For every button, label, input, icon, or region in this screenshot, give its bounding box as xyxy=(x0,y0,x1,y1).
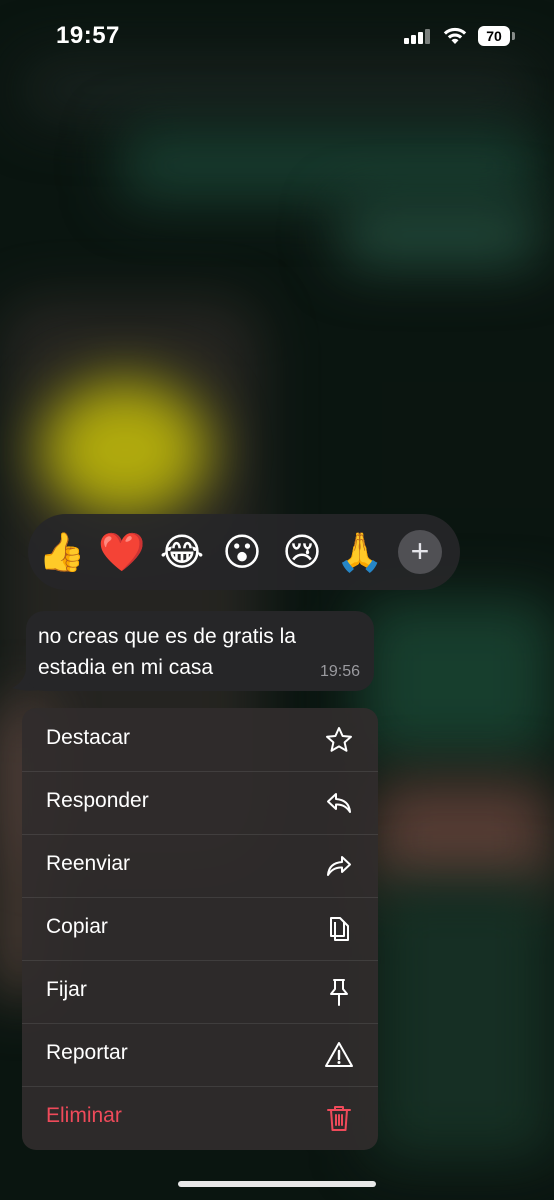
menu-item-label: Copiar xyxy=(46,915,108,938)
status-time: 19:57 xyxy=(56,22,120,49)
menu-item-delete[interactable]: Eliminar xyxy=(22,1086,378,1149)
reaction-bar: 👍 ❤️ 😂 😮 😢 🙏 + xyxy=(28,514,460,590)
crying-reaction[interactable]: 😢 xyxy=(276,526,328,578)
copy-icon xyxy=(330,917,349,941)
laughing-reaction[interactable]: 😂 xyxy=(156,526,208,578)
thumbs-up-reaction[interactable]: 👍 xyxy=(36,526,88,578)
heart-reaction[interactable]: ❤️ xyxy=(96,526,148,578)
battery-icon: 70 xyxy=(478,26,516,46)
menu-item-copy[interactable]: Copiar xyxy=(22,897,378,961)
pray-reaction[interactable]: 🙏 xyxy=(334,526,386,578)
pin-icon xyxy=(330,979,348,1006)
menu-item-report[interactable]: Reportar xyxy=(22,1023,378,1087)
message-text: no creas que es de gratis la estadia en … xyxy=(38,625,296,679)
menu-item-star[interactable]: Destacar xyxy=(22,708,378,772)
more-reactions-button[interactable]: + xyxy=(398,530,442,574)
star-icon xyxy=(326,727,352,752)
message-context-menu: Destacar Responder Reenviar Copiar Fijar… xyxy=(22,708,378,1150)
menu-item-label: Responder xyxy=(46,789,149,812)
message-bubble[interactable]: no creas que es de gratis la estadia en … xyxy=(26,611,374,691)
menu-item-label: Eliminar xyxy=(46,1104,122,1127)
menu-item-label: Reportar xyxy=(46,1041,128,1064)
menu-item-reply[interactable]: Responder xyxy=(22,771,378,835)
wifi-icon xyxy=(443,27,467,44)
forward-icon xyxy=(327,856,351,876)
warning-icon xyxy=(325,1042,353,1067)
reply-icon xyxy=(327,793,351,813)
trash-icon xyxy=(327,1106,351,1131)
status-bar: 19:57 70 xyxy=(0,0,554,72)
menu-item-label: Reenviar xyxy=(46,852,131,875)
surprised-reaction[interactable]: 😮 xyxy=(216,526,268,578)
menu-item-label: Fijar xyxy=(46,978,87,1001)
menu-item-forward[interactable]: Reenviar xyxy=(22,834,378,898)
battery-level: 70 xyxy=(478,26,510,46)
cellular-signal-icon xyxy=(404,28,432,44)
message-timestamp: 19:56 xyxy=(319,663,360,680)
home-indicator[interactable] xyxy=(178,1181,376,1187)
menu-item-label: Destacar xyxy=(46,726,131,749)
menu-item-pin[interactable]: Fijar xyxy=(22,960,378,1024)
